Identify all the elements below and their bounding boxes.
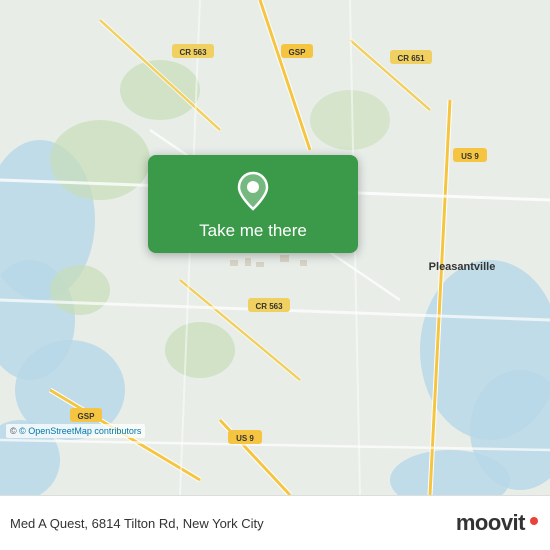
svg-text:CR 651: CR 651: [397, 54, 425, 63]
osm-copyright-icon: ©: [10, 426, 17, 436]
map-container: CR 563 GSP CR 651 US 9 GSP CR 563 US 9 P…: [0, 0, 550, 495]
svg-text:US 9: US 9: [236, 434, 254, 443]
svg-text:Pleasantville: Pleasantville: [429, 261, 496, 273]
take-me-there-button[interactable]: Take me there: [148, 155, 358, 253]
svg-text:CR 563: CR 563: [255, 302, 283, 311]
moovit-logo: moovit: [456, 510, 538, 536]
moovit-dot: [530, 517, 538, 525]
take-me-there-label: Take me there: [199, 221, 307, 241]
osm-attribution: © © OpenStreetMap contributors: [6, 424, 145, 438]
osm-link[interactable]: © OpenStreetMap contributors: [19, 426, 141, 436]
svg-text:CR 563: CR 563: [179, 48, 207, 57]
location-text: Med A Quest, 6814 Tilton Rd, New York Ci…: [10, 516, 456, 531]
svg-text:GSP: GSP: [78, 412, 96, 421]
location-pin-icon: [231, 169, 275, 213]
svg-text:US 9: US 9: [461, 152, 479, 161]
svg-text:GSP: GSP: [289, 48, 307, 57]
bottom-bar: Med A Quest, 6814 Tilton Rd, New York Ci…: [0, 495, 550, 550]
moovit-brand-text: moovit: [456, 510, 525, 536]
